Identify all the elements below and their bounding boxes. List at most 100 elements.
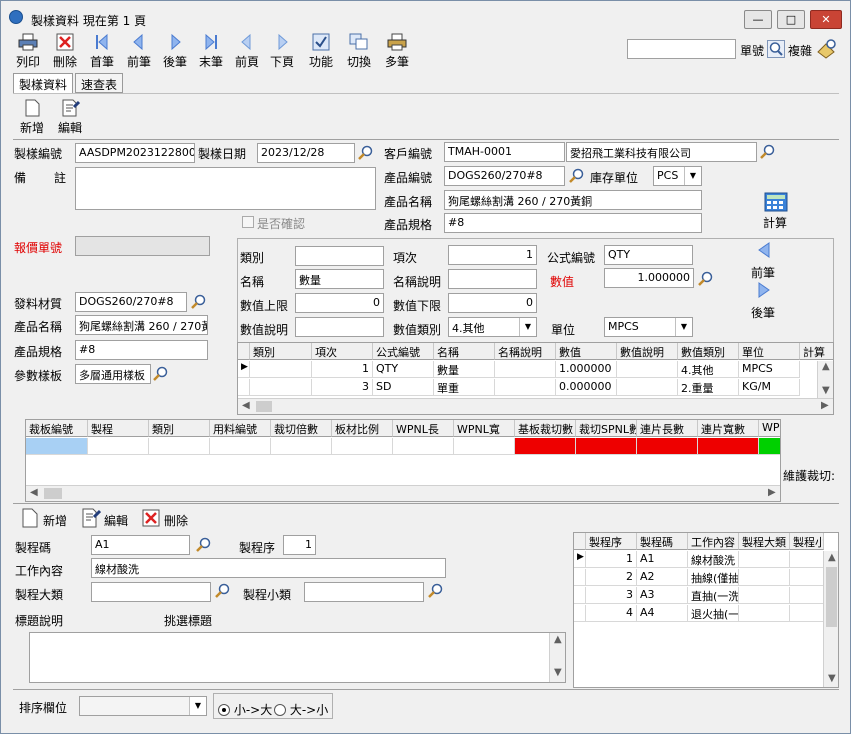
delete-process-button[interactable]: 刪除 [164, 512, 188, 529]
sort-desc-option[interactable]: 大->小 [274, 701, 328, 718]
table-cell[interactable] [393, 438, 454, 455]
param-upper-field[interactable]: 0 [295, 293, 384, 313]
process-code-lookup-icon[interactable] [196, 537, 212, 553]
sample-date-field[interactable]: 2023/12/28 [257, 143, 355, 163]
param-value-field[interactable]: 1.000000 [604, 268, 694, 288]
edit-process-button[interactable]: 編輯 [104, 512, 128, 529]
delete-process-icon[interactable] [141, 508, 161, 528]
table-cell[interactable] [515, 438, 576, 455]
chevron-down-icon[interactable]: ▼ [519, 318, 536, 336]
product-code-field[interactable]: DOGS260/270#8 [444, 166, 565, 186]
param-next-label[interactable]: 後筆 [751, 304, 775, 321]
search-input[interactable] [627, 39, 736, 59]
first-record-button[interactable]: 首筆 [85, 33, 119, 73]
major-lookup-icon[interactable] [215, 583, 231, 599]
table-cell[interactable] [210, 438, 271, 455]
table-cell[interactable] [759, 438, 780, 455]
sort-asc-option[interactable]: 小->大 [218, 701, 272, 718]
work-content-field[interactable]: 線材酸洗 [91, 558, 446, 578]
remark-field[interactable] [75, 167, 376, 210]
tab-sample-data[interactable]: 製樣資料 [13, 73, 73, 94]
param-lower-field[interactable]: 0 [448, 293, 537, 313]
calc-label[interactable]: 計算 [763, 214, 787, 231]
process-major-field[interactable] [91, 582, 211, 602]
scroll-down-icon[interactable]: ▼ [822, 385, 830, 396]
template-lookup-icon[interactable] [153, 366, 169, 382]
edit-record-button[interactable]: 編輯 [53, 99, 87, 139]
param-template-field[interactable]: 多層通用樣板 [75, 364, 151, 384]
last-record-button[interactable]: 末筆 [194, 33, 228, 73]
radio-desc-icon[interactable] [274, 704, 286, 716]
title-desc-area[interactable]: ▲ ▼ [29, 632, 566, 683]
scroll-left-icon[interactable]: ◀ [30, 487, 38, 498]
material-field[interactable]: DOGS260/270#8 [75, 292, 187, 312]
product-lookup-icon[interactable] [569, 168, 585, 184]
scroll-right-icon[interactable]: ▶ [821, 400, 829, 411]
complex-search-icon[interactable] [816, 38, 838, 60]
customer-name-field[interactable]: 愛招飛工業科技有限公司 [566, 142, 757, 162]
process-grid-vscroll[interactable]: ▲ ▼ [823, 551, 838, 687]
search-icon[interactable] [767, 40, 785, 58]
param-unit-select[interactable]: MPCS ▼ [604, 317, 693, 337]
prev-page-button[interactable]: 前頁 [230, 33, 264, 73]
minor-lookup-icon[interactable] [428, 583, 444, 599]
new-process-button[interactable]: 新增 [43, 512, 67, 529]
switch-button[interactable]: 切換 [342, 33, 376, 73]
scroll-down-icon[interactable]: ▼ [828, 673, 836, 684]
sort-field-select[interactable]: ▼ [79, 696, 207, 716]
scroll-thumb[interactable] [826, 567, 837, 627]
new-record-button[interactable]: 新增 [15, 99, 49, 139]
table-cell[interactable] [26, 438, 88, 455]
table-cell[interactable] [576, 438, 637, 455]
quote-no-field[interactable] [75, 236, 210, 256]
param-next-icon[interactable] [757, 282, 771, 298]
scroll-up-icon[interactable]: ▲ [828, 552, 836, 563]
next-record-button[interactable]: 後筆 [158, 33, 192, 73]
parameter-grid[interactable]: 類別 項次 公式編號 名稱 名稱說明 數值 數值說明 數值類別 單位 計算 ▶ … [237, 342, 834, 415]
chevron-down-icon[interactable]: ▼ [684, 167, 701, 185]
calculator-icon[interactable] [764, 192, 788, 212]
param-value-desc-field[interactable] [295, 317, 384, 337]
customer-lookup-icon[interactable] [760, 144, 776, 160]
prev-record-button[interactable]: 前筆 [122, 33, 156, 73]
table-cell[interactable] [332, 438, 393, 455]
maximize-button[interactable]: □ [777, 10, 805, 29]
sample-no-field[interactable]: AASDPM202312280001 [75, 143, 195, 163]
cut-grid[interactable]: 裁板編號 製程 類別 用料編號 裁切倍數 板材比例 WPNL長 WPNL寬 基板… [25, 419, 781, 502]
cut-grid-hscroll[interactable]: ◀ ▶ [26, 485, 780, 501]
scroll-thumb[interactable] [44, 488, 62, 499]
table-cell[interactable] [698, 438, 759, 455]
process-seq-field[interactable]: 1 [283, 535, 316, 555]
param-grid-vscroll[interactable]: ▲ ▼ [817, 361, 833, 398]
scroll-left-icon[interactable]: ◀ [242, 400, 250, 411]
mat-product-name-field[interactable]: 狗尾螺絲割溝 260 / 270黃 [75, 315, 208, 335]
process-code-field[interactable]: A1 [91, 535, 190, 555]
param-type-field[interactable] [295, 246, 384, 266]
next-page-button[interactable]: 下頁 [265, 33, 299, 73]
print-button[interactable]: 列印 [11, 33, 45, 73]
title-desc-vscroll[interactable]: ▲ ▼ [549, 633, 565, 682]
scroll-down-icon[interactable]: ▼ [554, 667, 562, 678]
scroll-up-icon[interactable]: ▲ [554, 634, 562, 645]
param-prev-label[interactable]: 前筆 [751, 264, 775, 281]
new-process-icon[interactable] [21, 508, 39, 528]
close-button[interactable]: ✕ [810, 10, 842, 29]
material-lookup-icon[interactable] [191, 294, 207, 310]
function-button[interactable]: 功能 [304, 33, 338, 73]
confirmed-checkbox[interactable] [242, 216, 254, 228]
scroll-up-icon[interactable]: ▲ [822, 361, 830, 372]
param-grid-hscroll[interactable]: ◀ ▶ [238, 398, 833, 414]
multi-record-button[interactable]: 多筆 [380, 33, 414, 73]
table-cell[interactable] [454, 438, 515, 455]
edit-process-icon[interactable] [81, 508, 101, 528]
scroll-thumb[interactable] [256, 401, 272, 412]
process-minor-field[interactable] [304, 582, 424, 602]
stock-unit-select[interactable]: PCS ▼ [653, 166, 702, 186]
param-name-desc-field[interactable] [448, 269, 537, 289]
process-grid[interactable]: 製程序 製程碼 工作內容 製程大類 製程小類 ▶ 1 A1 線材酸洗 2 A2 … [573, 532, 839, 688]
chevron-down-icon[interactable]: ▼ [675, 318, 692, 336]
table-cell[interactable] [271, 438, 332, 455]
table-cell[interactable] [88, 438, 149, 455]
param-formula-field[interactable]: QTY [604, 245, 693, 265]
tab-quick-lookup[interactable]: 速查表 [75, 73, 123, 93]
